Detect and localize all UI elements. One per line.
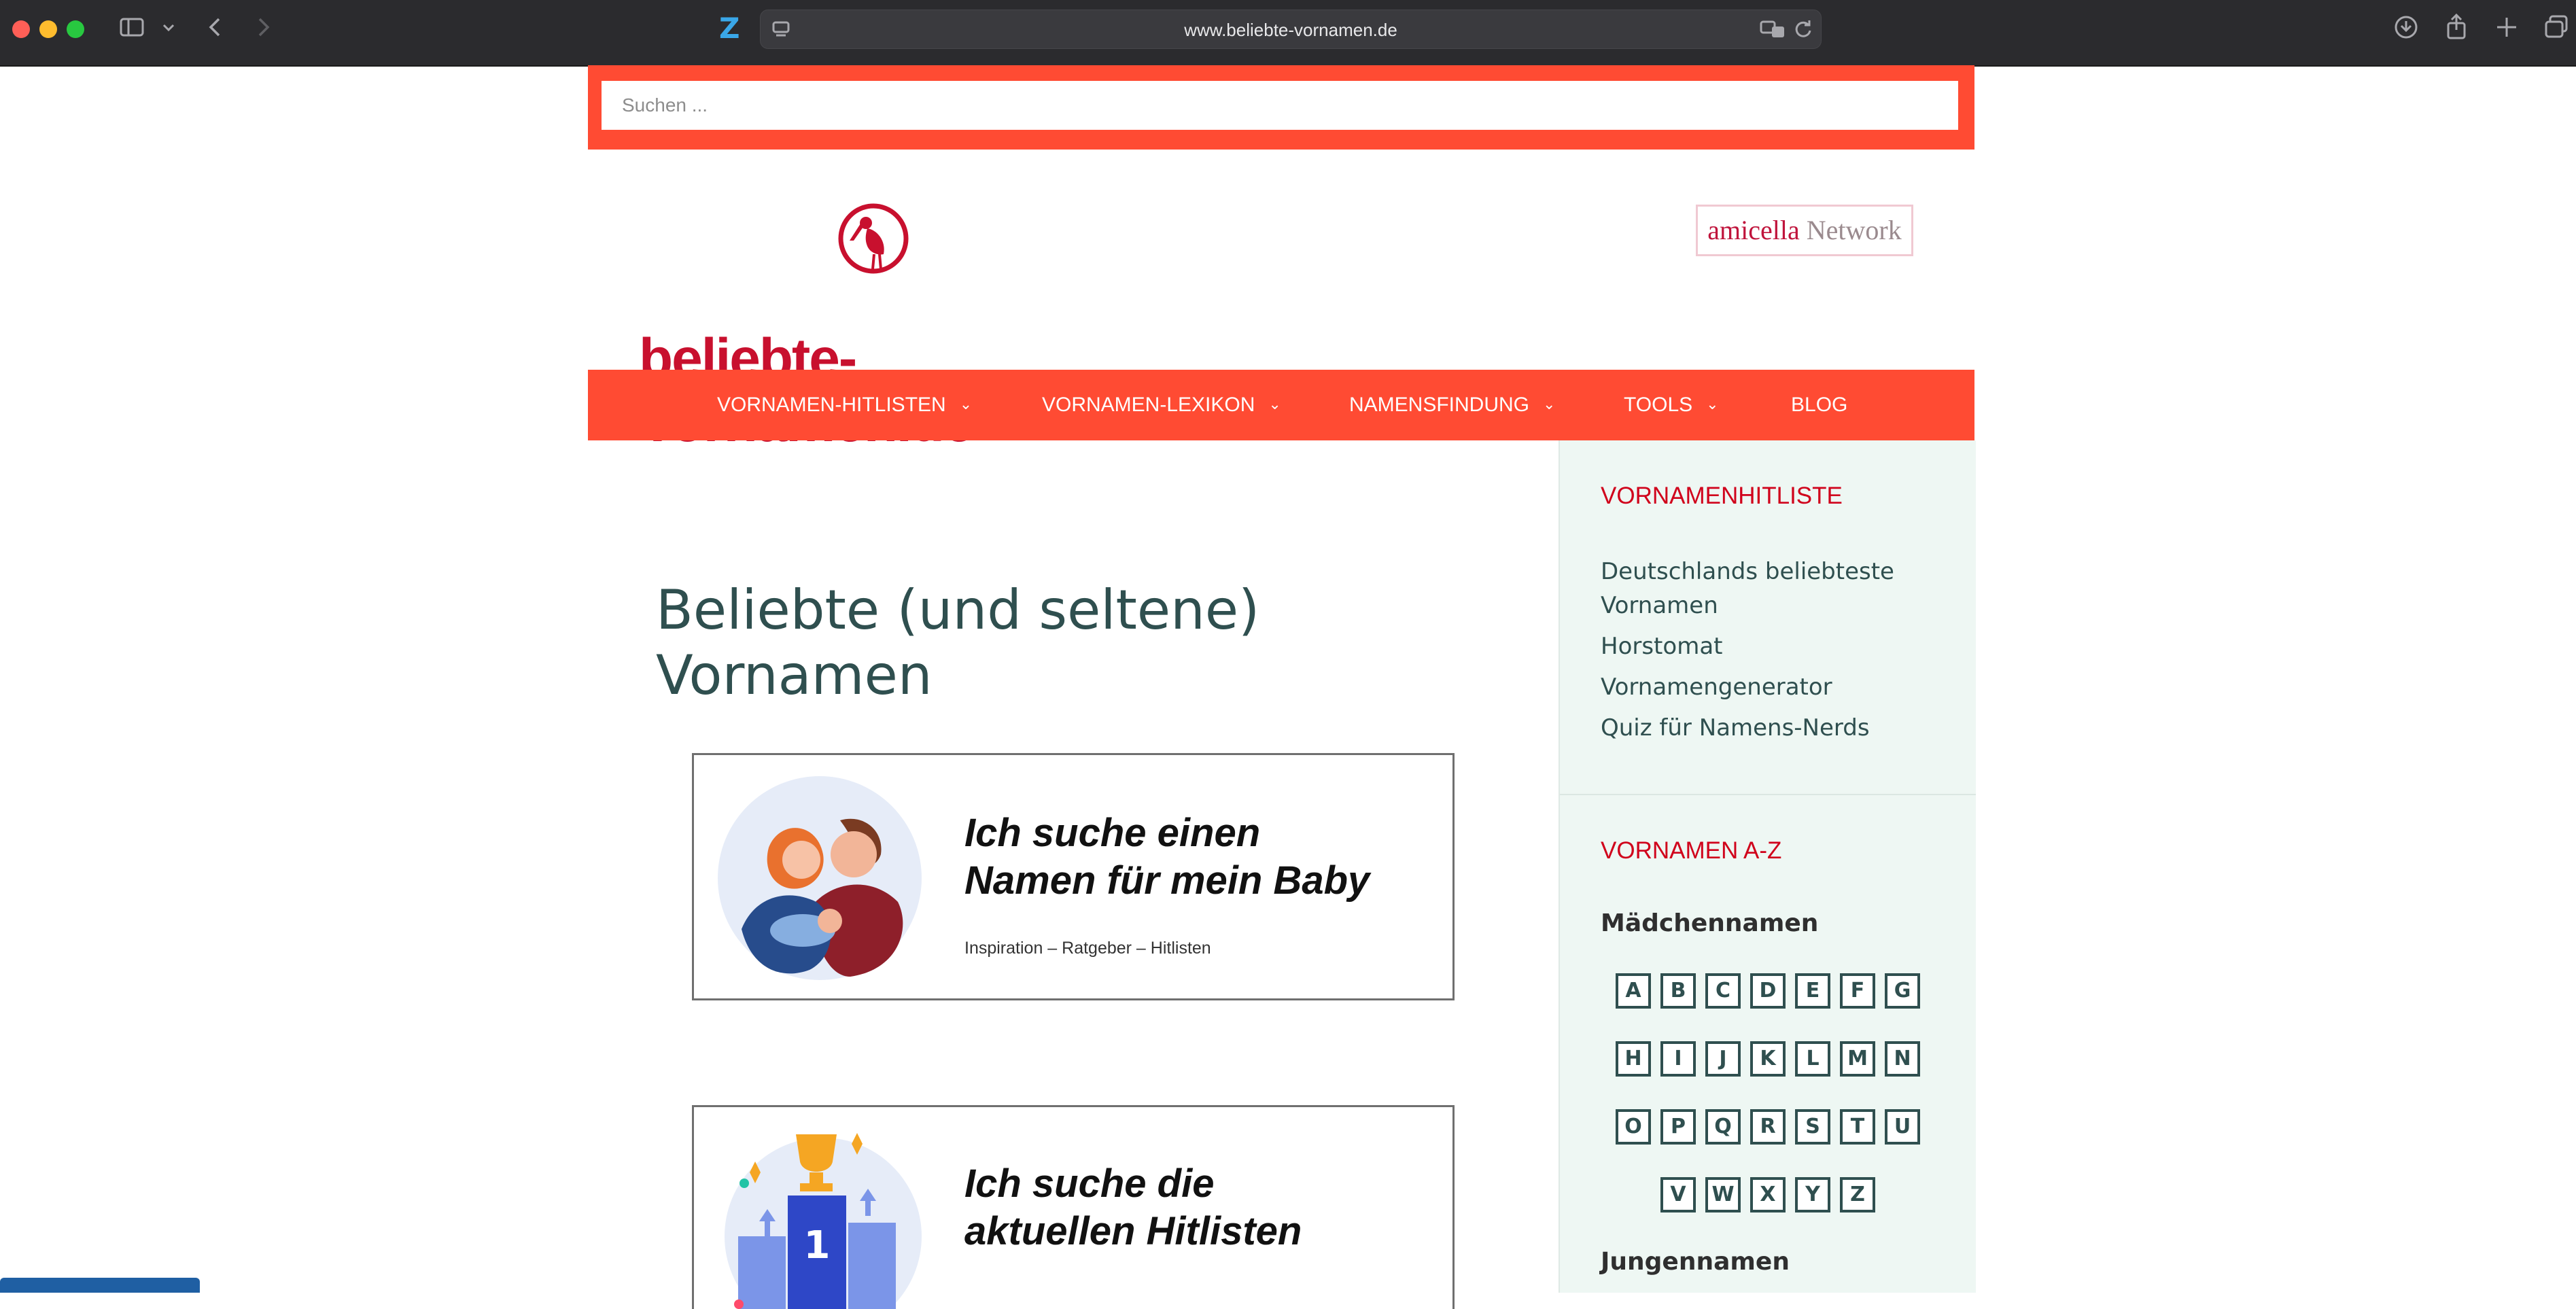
trophy-podium-illustration: 1 xyxy=(725,1133,922,1309)
boys-names-heading: Jungennamen xyxy=(1601,1248,1790,1276)
translate-icon[interactable] xyxy=(1760,18,1787,43)
letter-button[interactable]: P xyxy=(1660,1109,1696,1145)
main-navigation: VORNAMEN-HITLISTEN ⌄ VORNAMEN-LEXIKON ⌄ NA… xyxy=(588,370,1974,440)
tab-overview-icon[interactable] xyxy=(2543,14,2571,43)
chevron-down-icon: ⌄ xyxy=(1706,396,1719,413)
letter-button[interactable]: T xyxy=(1840,1109,1875,1145)
letter-button[interactable]: J xyxy=(1705,1041,1741,1077)
nav-item-namensfindung[interactable]: NAMENSFINDUNG ⌄ xyxy=(1349,370,1555,440)
nav-item-blog[interactable]: BLOG xyxy=(1791,370,1847,440)
nav-item-vornamen-lexikon[interactable]: VORNAMEN-LEXIKON ⌄ xyxy=(1042,370,1281,440)
letter-button[interactable]: Y xyxy=(1795,1177,1830,1212)
sidebar-link-quiz[interactable]: Quiz für Namens-Nerds xyxy=(1601,711,1940,745)
podium-number: 1 xyxy=(804,1223,831,1268)
nav-item-vornamen-hitlisten[interactable]: VORNAMEN-HITLISTEN ⌄ xyxy=(717,370,972,440)
sidebar-divider xyxy=(1560,794,1976,795)
address-bar[interactable]: www.beliebte-vornamen.de xyxy=(760,10,1822,49)
share-icon[interactable] xyxy=(2443,12,2470,43)
letter-button[interactable]: O xyxy=(1616,1109,1651,1145)
nav-label: VORNAMEN-HITLISTEN xyxy=(717,394,946,416)
letter-button[interactable]: R xyxy=(1750,1109,1786,1145)
search-bar-band xyxy=(588,65,1974,150)
close-window-button[interactable] xyxy=(12,20,30,38)
letter-button[interactable]: I xyxy=(1660,1041,1696,1077)
nav-label: TOOLS xyxy=(1624,394,1693,416)
zoom-window-button[interactable] xyxy=(67,20,84,38)
girls-names-heading: Mädchennamen xyxy=(1601,909,1819,937)
banner-heading-line2: Namen für mein Baby xyxy=(964,858,1370,903)
nav-item-tools[interactable]: TOOLS ⌄ xyxy=(1624,370,1719,440)
letter-button[interactable]: A xyxy=(1616,973,1651,1009)
site-logo[interactable]: beliebte-Vornamen.de xyxy=(639,201,1155,453)
banner-subtitle: Inspiration – Ratgeber – Hitlisten xyxy=(964,939,1211,958)
network-label: Network xyxy=(1806,215,1902,245)
letter-button[interactable]: H xyxy=(1616,1041,1651,1077)
letter-button[interactable]: Q xyxy=(1705,1109,1741,1145)
search-input[interactable] xyxy=(602,81,1958,130)
banner-baby-names[interactable]: Ich suche einen Namen für mein Baby Insp… xyxy=(692,753,1455,1000)
amicella-network-badge[interactable]: amicella Network xyxy=(1696,205,1913,256)
nav-label: VORNAMEN-LEXIKON xyxy=(1042,394,1255,416)
network-brand: amicella xyxy=(1707,215,1800,245)
chevron-down-icon: ⌄ xyxy=(959,396,973,413)
stork-logo-icon xyxy=(838,203,909,274)
letter-button[interactable]: M xyxy=(1840,1041,1875,1077)
nav-label: NAMENSFINDUNG xyxy=(1349,394,1530,416)
minimize-window-button[interactable] xyxy=(39,20,57,38)
banner-heading-line2: aktuellen Hitlisten xyxy=(964,1209,1302,1253)
letter-button[interactable]: Z xyxy=(1840,1177,1875,1212)
back-arrow-icon[interactable] xyxy=(205,14,226,43)
letter-button[interactable]: D xyxy=(1750,973,1786,1009)
downloads-icon[interactable] xyxy=(2392,14,2420,43)
letter-button[interactable]: X xyxy=(1750,1177,1786,1212)
letter-button[interactable]: G xyxy=(1885,973,1920,1009)
forward-arrow-icon[interactable] xyxy=(253,14,273,43)
new-tab-icon[interactable] xyxy=(2493,14,2520,43)
letter-button[interactable]: U xyxy=(1885,1109,1920,1145)
sidebar-heading-a-z: VORNAMEN A-Z xyxy=(1601,837,1782,864)
letter-button[interactable]: W xyxy=(1705,1177,1741,1212)
letter-button[interactable]: V xyxy=(1660,1177,1696,1212)
banner-hitlists[interactable]: 1 Ich suche die aktuellen Hitlisten xyxy=(692,1105,1455,1309)
sidebar-heading-hitliste: VORNAMENHITLISTE xyxy=(1601,483,1843,509)
letter-button[interactable]: C xyxy=(1705,973,1741,1009)
letter-button[interactable]: L xyxy=(1795,1041,1830,1077)
chevron-down-icon: ⌄ xyxy=(1268,396,1281,413)
banner-heading-line1: Ich suche die xyxy=(964,1162,1215,1206)
letter-button[interactable]: S xyxy=(1795,1109,1830,1145)
sidebar: VORNAMENHITLISTE Deutschlands beliebtest… xyxy=(1559,440,1976,1293)
parents-with-baby-illustration xyxy=(718,776,922,980)
cookie-settings-tab[interactable] xyxy=(0,1278,200,1293)
letter-button[interactable]: B xyxy=(1660,973,1696,1009)
letter-button[interactable]: K xyxy=(1750,1041,1786,1077)
nav-label: BLOG xyxy=(1791,394,1848,416)
sidebar-link-beliebteste[interactable]: Deutschlands beliebteste Vornamen xyxy=(1601,555,1940,623)
sidebar-toggle-icon[interactable] xyxy=(118,14,145,43)
chevron-down-icon: ⌄ xyxy=(1543,396,1556,413)
letter-button[interactable]: N xyxy=(1885,1041,1920,1077)
extension-z-icon[interactable]: Z xyxy=(719,14,742,43)
sidebar-link-vornamengenerator[interactable]: Vornamengenerator xyxy=(1601,670,1940,704)
letter-button[interactable]: F xyxy=(1840,973,1875,1009)
url-text: www.beliebte-vornamen.de xyxy=(1184,20,1397,40)
reload-icon[interactable] xyxy=(1792,18,1814,43)
browser-toolbar: Z www.beliebte-vornamen.de xyxy=(0,0,2576,67)
letter-button[interactable]: E xyxy=(1795,973,1830,1009)
sidebar-link-horstomat[interactable]: Horstomat xyxy=(1601,629,1940,663)
page-title: Beliebte (und seltene) Vornamen xyxy=(656,578,1260,707)
banner-heading-line1: Ich suche einen xyxy=(964,811,1261,855)
chevron-down-icon[interactable] xyxy=(160,16,177,42)
